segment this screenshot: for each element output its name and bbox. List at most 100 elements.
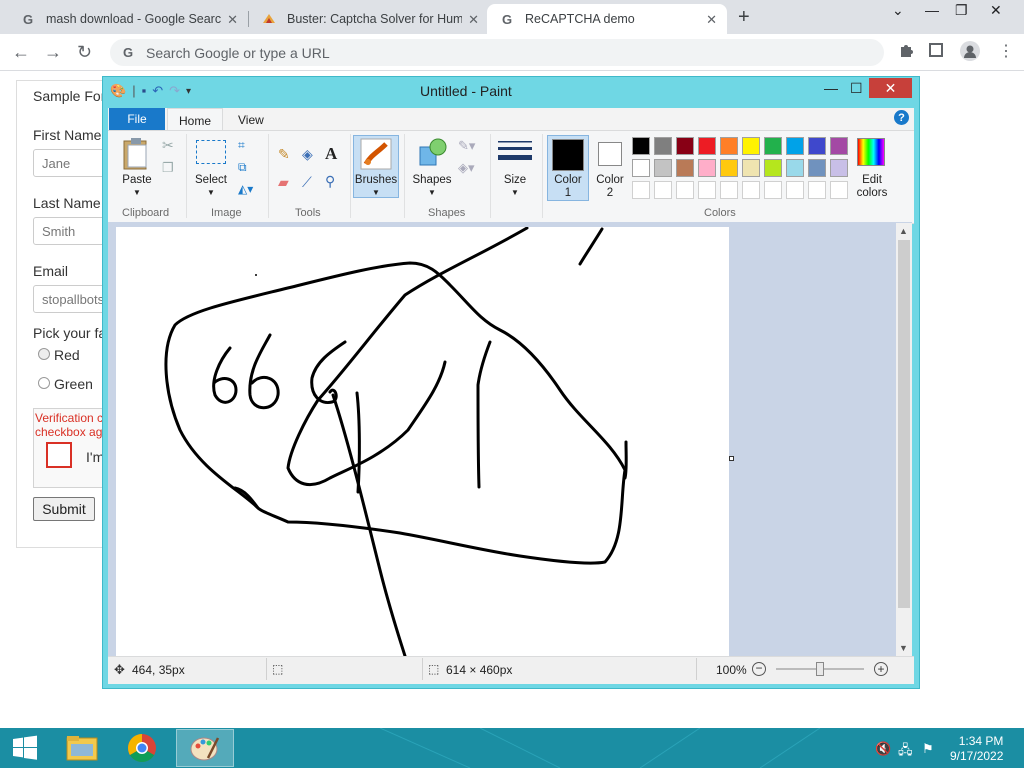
- rotate-icon[interactable]: ◭▾: [238, 182, 253, 196]
- palette-custom-slot[interactable]: [720, 181, 738, 199]
- palette-color-swatch[interactable]: [632, 137, 650, 155]
- palette-custom-slot[interactable]: [676, 181, 694, 199]
- palette-color-swatch[interactable]: [720, 159, 738, 177]
- drawing-canvas[interactable]: [116, 227, 729, 656]
- scrollbar-thumb[interactable]: [898, 240, 910, 608]
- email-input[interactable]: stopallbots: [33, 285, 113, 313]
- menu-icon[interactable]: ⋮: [998, 41, 1014, 61]
- palette-color-swatch[interactable]: [764, 137, 782, 155]
- edit-colors-icon[interactable]: [857, 138, 885, 166]
- resize-icon[interactable]: ⧉: [238, 160, 247, 175]
- palette-custom-slot[interactable]: [632, 181, 650, 199]
- palette-color-swatch[interactable]: [720, 137, 738, 155]
- size-button[interactable]: Size ▼: [495, 174, 535, 198]
- taskbar-chrome[interactable]: [117, 729, 167, 767]
- palette-custom-slot[interactable]: [764, 181, 782, 199]
- redo-icon[interactable]: ↷: [169, 83, 180, 99]
- tab-buster[interactable]: Buster: Captcha Solver for Humans ✕: [249, 4, 489, 34]
- close-tab-icon[interactable]: ✕: [468, 12, 479, 28]
- scroll-down-icon[interactable]: ▼: [899, 643, 908, 653]
- zoom-slider-thumb[interactable]: [816, 662, 824, 676]
- network-icon[interactable]: 🖧: [898, 741, 913, 763]
- sidepanel-icon[interactable]: [929, 43, 943, 57]
- palette-color-swatch[interactable]: [698, 159, 716, 177]
- paste-icon[interactable]: [122, 137, 150, 176]
- help-icon[interactable]: ?: [894, 110, 909, 125]
- palette-custom-slot[interactable]: [808, 181, 826, 199]
- paint-minimize-icon[interactable]: —: [824, 80, 838, 96]
- palette-color-swatch[interactable]: [830, 159, 848, 177]
- palette-color-swatch[interactable]: [786, 137, 804, 155]
- fill-icon[interactable]: ◈: [302, 146, 313, 163]
- color2-swatch[interactable]: [598, 142, 622, 166]
- palette-custom-slot[interactable]: [830, 181, 848, 199]
- back-button[interactable]: ←: [12, 42, 30, 63]
- palette-custom-slot[interactable]: [698, 181, 716, 199]
- taskbar-clock[interactable]: 1:34 PM 9/17/2022: [950, 734, 1003, 764]
- paint-maximize-icon[interactable]: ☐: [850, 80, 863, 97]
- fill-shape-icon[interactable]: ◈▾: [458, 160, 475, 176]
- outline-icon[interactable]: ✎▾: [458, 138, 475, 154]
- palette-color-swatch[interactable]: [654, 137, 672, 155]
- radio-red[interactable]: [38, 348, 50, 360]
- start-button[interactable]: [0, 729, 50, 767]
- taskbar-file-explorer[interactable]: [57, 729, 107, 767]
- volume-muted-icon[interactable]: 🔇: [875, 741, 891, 757]
- palette-color-swatch[interactable]: [786, 159, 804, 177]
- paint-app-icon[interactable]: 🎨: [110, 83, 126, 99]
- select-button[interactable]: Select ▼: [192, 174, 230, 198]
- palette-color-swatch[interactable]: [654, 159, 672, 177]
- eraser-icon[interactable]: ▰: [278, 174, 289, 191]
- first-name-input[interactable]: Jane: [33, 149, 113, 177]
- submit-button[interactable]: Submit: [33, 497, 95, 521]
- recaptcha-checkbox[interactable]: [46, 442, 72, 468]
- magnifier-icon[interactable]: ⚲: [325, 173, 335, 190]
- radio-green[interactable]: [38, 377, 50, 389]
- palette-color-swatch[interactable]: [764, 159, 782, 177]
- tab-search-icon[interactable]: ⌄: [892, 2, 904, 19]
- shapes-icon[interactable]: [416, 137, 448, 172]
- palette-color-swatch[interactable]: [742, 137, 760, 155]
- edit-colors-button[interactable]: Edit colors: [850, 174, 894, 200]
- color-picker-icon[interactable]: ⟋: [302, 174, 312, 191]
- last-name-input[interactable]: Smith: [33, 217, 113, 245]
- address-bar[interactable]: G: [110, 39, 884, 66]
- palette-color-swatch[interactable]: [676, 137, 694, 155]
- scroll-up-icon[interactable]: ▲: [899, 226, 908, 236]
- palette-color-swatch[interactable]: [808, 159, 826, 177]
- minimize-icon[interactable]: —: [925, 2, 939, 18]
- size-icon[interactable]: [498, 140, 532, 171]
- undo-icon[interactable]: ↶: [152, 83, 163, 99]
- palette-color-swatch[interactable]: [742, 159, 760, 177]
- palette-custom-slot[interactable]: [654, 181, 672, 199]
- shapes-button[interactable]: Shapes ▼: [410, 174, 454, 198]
- palette-color-swatch[interactable]: [676, 159, 694, 177]
- save-icon[interactable]: ▪: [142, 83, 147, 99]
- reload-button[interactable]: ↻: [77, 42, 92, 63]
- zoom-in-icon[interactable]: +: [874, 662, 888, 676]
- tab-google-search[interactable]: G mash download - Google Search ✕: [8, 4, 248, 34]
- tab-view[interactable]: View: [238, 113, 264, 127]
- forward-button[interactable]: →: [44, 42, 62, 63]
- close-tab-icon[interactable]: ✕: [706, 12, 717, 28]
- paint-close-icon[interactable]: ✕: [869, 78, 912, 98]
- cut-icon[interactable]: ✂: [162, 137, 174, 154]
- tab-file[interactable]: File: [109, 108, 165, 130]
- canvas-resize-handle[interactable]: [729, 456, 734, 461]
- palette-color-swatch[interactable]: [830, 137, 848, 155]
- tab-recaptcha-demo[interactable]: G ReCAPTCHA demo ✕: [487, 4, 727, 34]
- paste-button[interactable]: Paste ▼: [118, 174, 156, 198]
- close-window-icon[interactable]: ✕: [990, 2, 1002, 19]
- customize-qat-icon[interactable]: ▾: [186, 86, 191, 99]
- zoom-out-icon[interactable]: −: [752, 662, 766, 676]
- palette-custom-slot[interactable]: [786, 181, 804, 199]
- pencil-icon[interactable]: ✎: [278, 146, 290, 163]
- close-tab-icon[interactable]: ✕: [227, 12, 238, 28]
- select-icon[interactable]: [196, 140, 226, 164]
- text-icon[interactable]: A: [325, 144, 337, 164]
- palette-color-swatch[interactable]: [808, 137, 826, 155]
- palette-color-swatch[interactable]: [632, 159, 650, 177]
- action-center-icon[interactable]: ⚑: [922, 741, 934, 757]
- new-tab-button[interactable]: +: [738, 6, 750, 29]
- profile-icon[interactable]: [960, 41, 980, 61]
